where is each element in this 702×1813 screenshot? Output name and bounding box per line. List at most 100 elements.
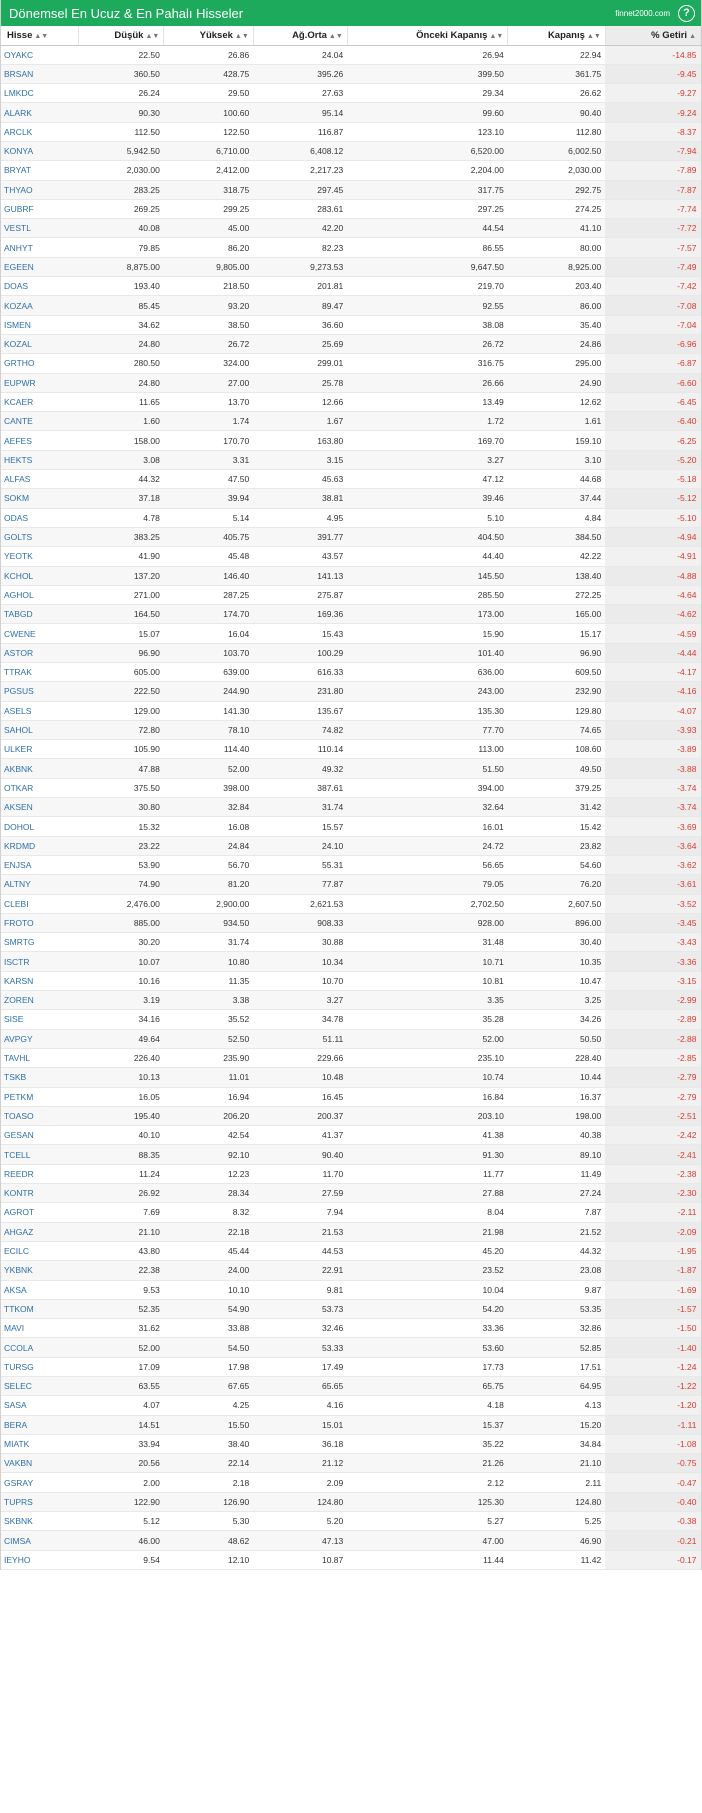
prev-close-cell: 56.65 [347,855,508,876]
symbol-cell[interactable]: YEOTK [1,546,79,567]
symbol-cell[interactable]: SOKM [1,488,79,509]
symbol-cell[interactable]: AGROT [1,1202,79,1223]
symbol-cell[interactable]: CWENE [1,623,79,644]
symbol-cell[interactable]: TURSG [1,1357,79,1377]
symbol-cell[interactable]: AKSEN [1,797,79,818]
symbol-cell[interactable]: ALTNY [1,874,79,895]
column-header-kapanis[interactable]: Kapanış ▲▼ [507,26,606,46]
symbol-cell[interactable]: ENJSA [1,855,79,876]
column-header-hisse[interactable]: Hisse ▲▼ [1,26,80,46]
symbol-cell[interactable]: AKBNK [1,758,79,779]
low-cell: 129.00 [78,701,164,721]
symbol-cell[interactable]: ULKER [1,739,79,760]
symbol-cell[interactable]: PGSUS [1,681,79,702]
symbol-cell[interactable]: KOZAL [1,334,79,355]
column-header-getiri[interactable]: % Getiri ▲ [605,26,702,46]
symbol-cell[interactable]: TOASO [1,1106,79,1127]
symbol-cell[interactable]: DOHOL [1,816,79,837]
symbol-cell[interactable]: TSKB [1,1067,79,1088]
symbol-cell[interactable]: ASELS [1,701,79,721]
symbol-cell[interactable]: AHGAZ [1,1222,79,1242]
prev-close-cell: 2,204.00 [347,160,508,181]
symbol-cell[interactable]: SMRTG [1,932,79,953]
symbol-cell[interactable]: ALFAS [1,469,79,490]
symbol-cell[interactable]: CLEBI [1,894,79,914]
symbol-cell[interactable]: FROTO [1,913,79,934]
column-header-dusuk[interactable]: Düşük ▲▼ [78,26,165,46]
symbol-cell[interactable]: SASA [1,1395,79,1416]
symbol-cell[interactable]: MIATK [1,1434,79,1455]
symbol-cell[interactable]: ISMEN [1,315,79,335]
symbol-cell[interactable]: KCHOL [1,566,79,586]
symbol-cell[interactable]: LMKDC [1,83,79,104]
symbol-cell[interactable]: GOLTS [1,527,79,548]
avg-cell: 5.20 [253,1511,348,1532]
column-header-ag-orta[interactable]: Ağ.Orta ▲▼ [253,26,348,46]
high-cell: 405.75 [163,527,254,548]
symbol-cell[interactable]: ALARK [1,102,79,123]
symbol-cell[interactable]: AVPGY [1,1029,79,1049]
symbol-cell[interactable]: EUPWR [1,373,79,393]
symbol-cell[interactable]: KONTR [1,1183,79,1204]
symbol-cell[interactable]: MAVI [1,1318,79,1339]
table-row: DOAS 193.40 218.50 201.81 219.70 203.40 -7.42 [1,276,701,297]
symbol-cell[interactable]: SELEC [1,1376,79,1397]
symbol-cell[interactable]: SISE [1,1009,79,1030]
symbol-cell[interactable]: CCOLA [1,1337,79,1358]
symbol-cell[interactable]: KCAER [1,392,79,413]
symbol-cell[interactable]: VESTL [1,218,79,239]
symbol-cell[interactable]: KARSN [1,971,79,992]
symbol-cell[interactable]: CANTE [1,411,79,432]
symbol-cell[interactable]: BRYAT [1,160,79,181]
symbol-cell[interactable]: GESAN [1,1125,79,1146]
symbol-cell[interactable]: GSRAY [1,1472,79,1493]
brand-link[interactable]: finnet2000.com [615,9,670,18]
close-cell: 203.40 [507,276,606,297]
symbol-cell[interactable]: AGHOL [1,585,79,606]
symbol-cell[interactable]: CIMSA [1,1530,79,1551]
symbol-cell[interactable]: ODAS [1,508,79,528]
symbol-cell[interactable]: IEYHO [1,1550,79,1570]
avg-cell: 38.81 [253,488,348,509]
symbol-cell[interactable]: EGEEN [1,257,79,278]
symbol-cell[interactable]: KONYA [1,141,79,162]
column-header-yuksek[interactable]: Yüksek ▲▼ [163,26,254,46]
symbol-cell[interactable]: ANHYT [1,237,79,258]
symbol-cell[interactable]: BERA [1,1415,79,1435]
prev-close-cell: 297.25 [347,199,508,220]
table-row: SASA 4.07 4.25 4.16 4.18 4.13 -1.20 [1,1395,701,1416]
symbol-cell[interactable]: THYAO [1,180,79,200]
symbol-cell[interactable]: OYAKC [1,45,79,65]
symbol-cell[interactable]: AKSA [1,1280,79,1300]
symbol-cell[interactable]: SKBNK [1,1511,79,1532]
symbol-cell[interactable]: TAVHL [1,1048,79,1069]
symbol-cell[interactable]: TTKOM [1,1299,79,1320]
symbol-cell[interactable]: YKBNK [1,1260,79,1281]
symbol-cell[interactable]: HEKTS [1,450,79,471]
symbol-cell[interactable]: OTKAR [1,778,79,799]
symbol-cell[interactable]: TCELL [1,1144,79,1165]
symbol-cell[interactable]: VAKBN [1,1453,79,1474]
low-cell: 10.07 [78,951,164,972]
symbol-cell[interactable]: SAHOL [1,720,79,741]
column-header-onceki-kapanis[interactable]: Önceki Kapanış ▲▼ [347,26,509,46]
symbol-cell[interactable]: ECILC [1,1241,79,1262]
symbol-cell[interactable]: ZOREN [1,990,79,1011]
symbol-cell[interactable]: ASTOR [1,643,79,664]
symbol-cell[interactable]: AEFES [1,430,79,451]
symbol-cell[interactable]: REEDR [1,1164,79,1185]
symbol-cell[interactable]: TUPRS [1,1492,79,1513]
symbol-cell[interactable]: KOZAA [1,295,79,316]
symbol-cell[interactable]: DOAS [1,276,79,297]
symbol-cell[interactable]: KRDMD [1,836,79,856]
help-icon[interactable]: ? [678,4,695,22]
symbol-cell[interactable]: TABGD [1,604,79,625]
symbol-cell[interactable]: PETKM [1,1087,79,1107]
symbol-cell[interactable]: GUBRF [1,199,79,220]
symbol-cell[interactable]: TTRAK [1,662,79,683]
symbol-cell[interactable]: BRSAN [1,64,79,85]
symbol-cell[interactable]: ARCLK [1,122,79,142]
symbol-cell[interactable]: GRTHO [1,353,79,374]
symbol-cell[interactable]: ISCTR [1,951,79,972]
prev-close-cell: 11.44 [347,1550,508,1570]
